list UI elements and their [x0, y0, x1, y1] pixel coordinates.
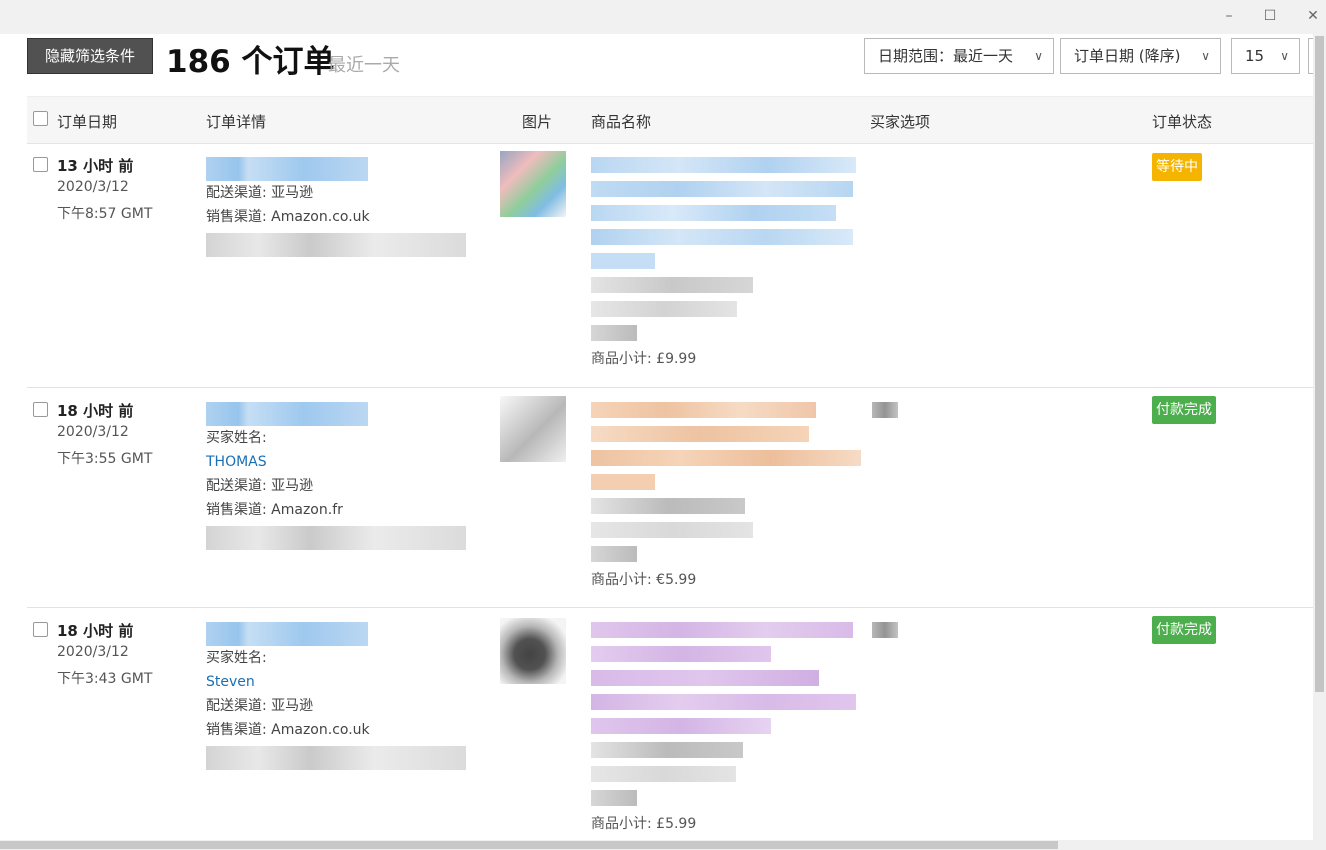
chevron-down-icon: ∨: [1280, 49, 1289, 63]
vertical-scrollbar-thumb[interactable]: [1315, 36, 1324, 692]
buyer-name-label: 买家姓名:: [206, 430, 267, 446]
per-page-dropdown[interactable]: 15 ∨: [1231, 38, 1300, 74]
product-subtotal: 商品小计: £5.99: [591, 816, 697, 832]
order-id-link[interactable]: [206, 157, 466, 181]
column-header-product-name: 商品名称: [591, 113, 652, 131]
blurred-info: [206, 233, 466, 257]
order-date: 2020/3/12: [57, 179, 129, 195]
shipping-channel: 配送渠道: 亚马逊: [206, 185, 314, 201]
sales-channel: 销售渠道: Amazon.co.uk: [206, 722, 370, 738]
order-time: 下午8:57 GMT: [57, 206, 153, 222]
column-header-buyer-options: 买家选项: [870, 113, 931, 131]
column-header-order-status: 订单状态: [1152, 113, 1213, 131]
order-id-link[interactable]: [206, 402, 466, 426]
order-details: 买家姓名: THOMAS 配送渠道: 亚马逊 销售渠道: Amazon.fr: [206, 398, 466, 550]
order-count-title: 186 个订单: [166, 44, 335, 80]
per-page-value: 15: [1245, 47, 1265, 65]
chevron-down-icon: ∨: [1201, 49, 1210, 63]
row-checkbox[interactable]: [33, 157, 48, 172]
table-header: 订单日期 订单详情 图片 商品名称 买家选项 订单状态: [27, 96, 1313, 144]
order-date: 2020/3/12: [57, 424, 129, 440]
order-time-ago: 18 小时 前: [57, 622, 134, 640]
product-image[interactable]: [500, 618, 566, 684]
buyer-name-label: 买家姓名:: [206, 650, 267, 666]
product-subtotal: 商品小计: £9.99: [591, 351, 697, 367]
product-name[interactable]: 商品小计: £9.99: [591, 157, 856, 369]
order-details: 买家姓名: Steven 配送渠道: 亚马逊 销售渠道: Amazon.co.u…: [206, 618, 466, 770]
sort-label: 订单日期 (降序): [1074, 47, 1181, 65]
product-image[interactable]: [500, 396, 566, 462]
status-badge: 付款完成: [1152, 616, 1216, 644]
column-header-order-date[interactable]: 订单日期: [57, 111, 117, 132]
sales-channel: 销售渠道: Amazon.co.uk: [206, 209, 370, 225]
window-titlebar: – ☐ ✕: [0, 0, 1326, 34]
minimize-button[interactable]: –: [1218, 6, 1240, 26]
table-row[interactable]: 18 小时 前 2020/3/12 下午3:55 GMT 买家姓名: THOMA…: [27, 388, 1313, 608]
product-name[interactable]: 商品小计: €5.99: [591, 402, 861, 590]
column-header-order-details: 订单详情: [206, 113, 267, 131]
status-badge: 付款完成: [1152, 396, 1216, 424]
chevron-down-icon: ∨: [1034, 49, 1043, 63]
row-checkbox[interactable]: [33, 622, 48, 637]
status-badge: 等待中: [1152, 153, 1202, 181]
sort-dropdown[interactable]: 订单日期 (降序) ∨: [1060, 38, 1221, 74]
order-date: 2020/3/12: [57, 644, 129, 660]
shipping-channel: 配送渠道: 亚马逊: [206, 478, 314, 494]
date-range-dropdown[interactable]: 日期范围：最近一天 ∨: [864, 38, 1054, 74]
range-hint: 最近一天: [328, 55, 400, 76]
sales-channel: 销售渠道: Amazon.fr: [206, 502, 343, 518]
column-header-image: 图片: [522, 113, 553, 131]
hide-filters-button[interactable]: 隐藏筛选条件: [27, 38, 153, 74]
order-details: 配送渠道: 亚马逊 销售渠道: Amazon.co.uk: [206, 153, 466, 257]
buyer-option: [872, 402, 898, 418]
table-row[interactable]: 18 小时 前 2020/3/12 下午3:43 GMT 买家姓名: Steve…: [27, 608, 1313, 840]
select-all-checkbox[interactable]: [33, 111, 48, 126]
buyer-option: [872, 622, 898, 638]
order-id-link[interactable]: [206, 622, 466, 646]
buyer-name-link[interactable]: THOMAS: [206, 450, 466, 474]
blurred-info: [206, 746, 466, 770]
buyer-name-link[interactable]: Steven: [206, 670, 466, 694]
close-button[interactable]: ✕: [1302, 6, 1324, 26]
product-subtotal: 商品小计: €5.99: [591, 572, 697, 588]
horizontal-scrollbar-thumb[interactable]: [0, 841, 1058, 849]
order-time-ago: 18 小时 前: [57, 402, 134, 420]
maximize-button[interactable]: ☐: [1259, 6, 1281, 26]
order-time: 下午3:43 GMT: [57, 671, 153, 687]
date-range-label: 日期范围：最近一天: [878, 47, 1014, 65]
product-name[interactable]: 商品小计: £5.99: [591, 622, 856, 834]
order-time: 下午3:55 GMT: [57, 451, 153, 467]
order-time-ago: 13 小时 前: [57, 157, 134, 175]
table-row[interactable]: 13 小时 前 2020/3/12 下午8:57 GMT 配送渠道: 亚马逊 销…: [27, 143, 1313, 388]
blurred-info: [206, 526, 466, 550]
product-image[interactable]: [500, 151, 566, 217]
row-checkbox[interactable]: [33, 402, 48, 417]
shipping-channel: 配送渠道: 亚马逊: [206, 698, 314, 714]
